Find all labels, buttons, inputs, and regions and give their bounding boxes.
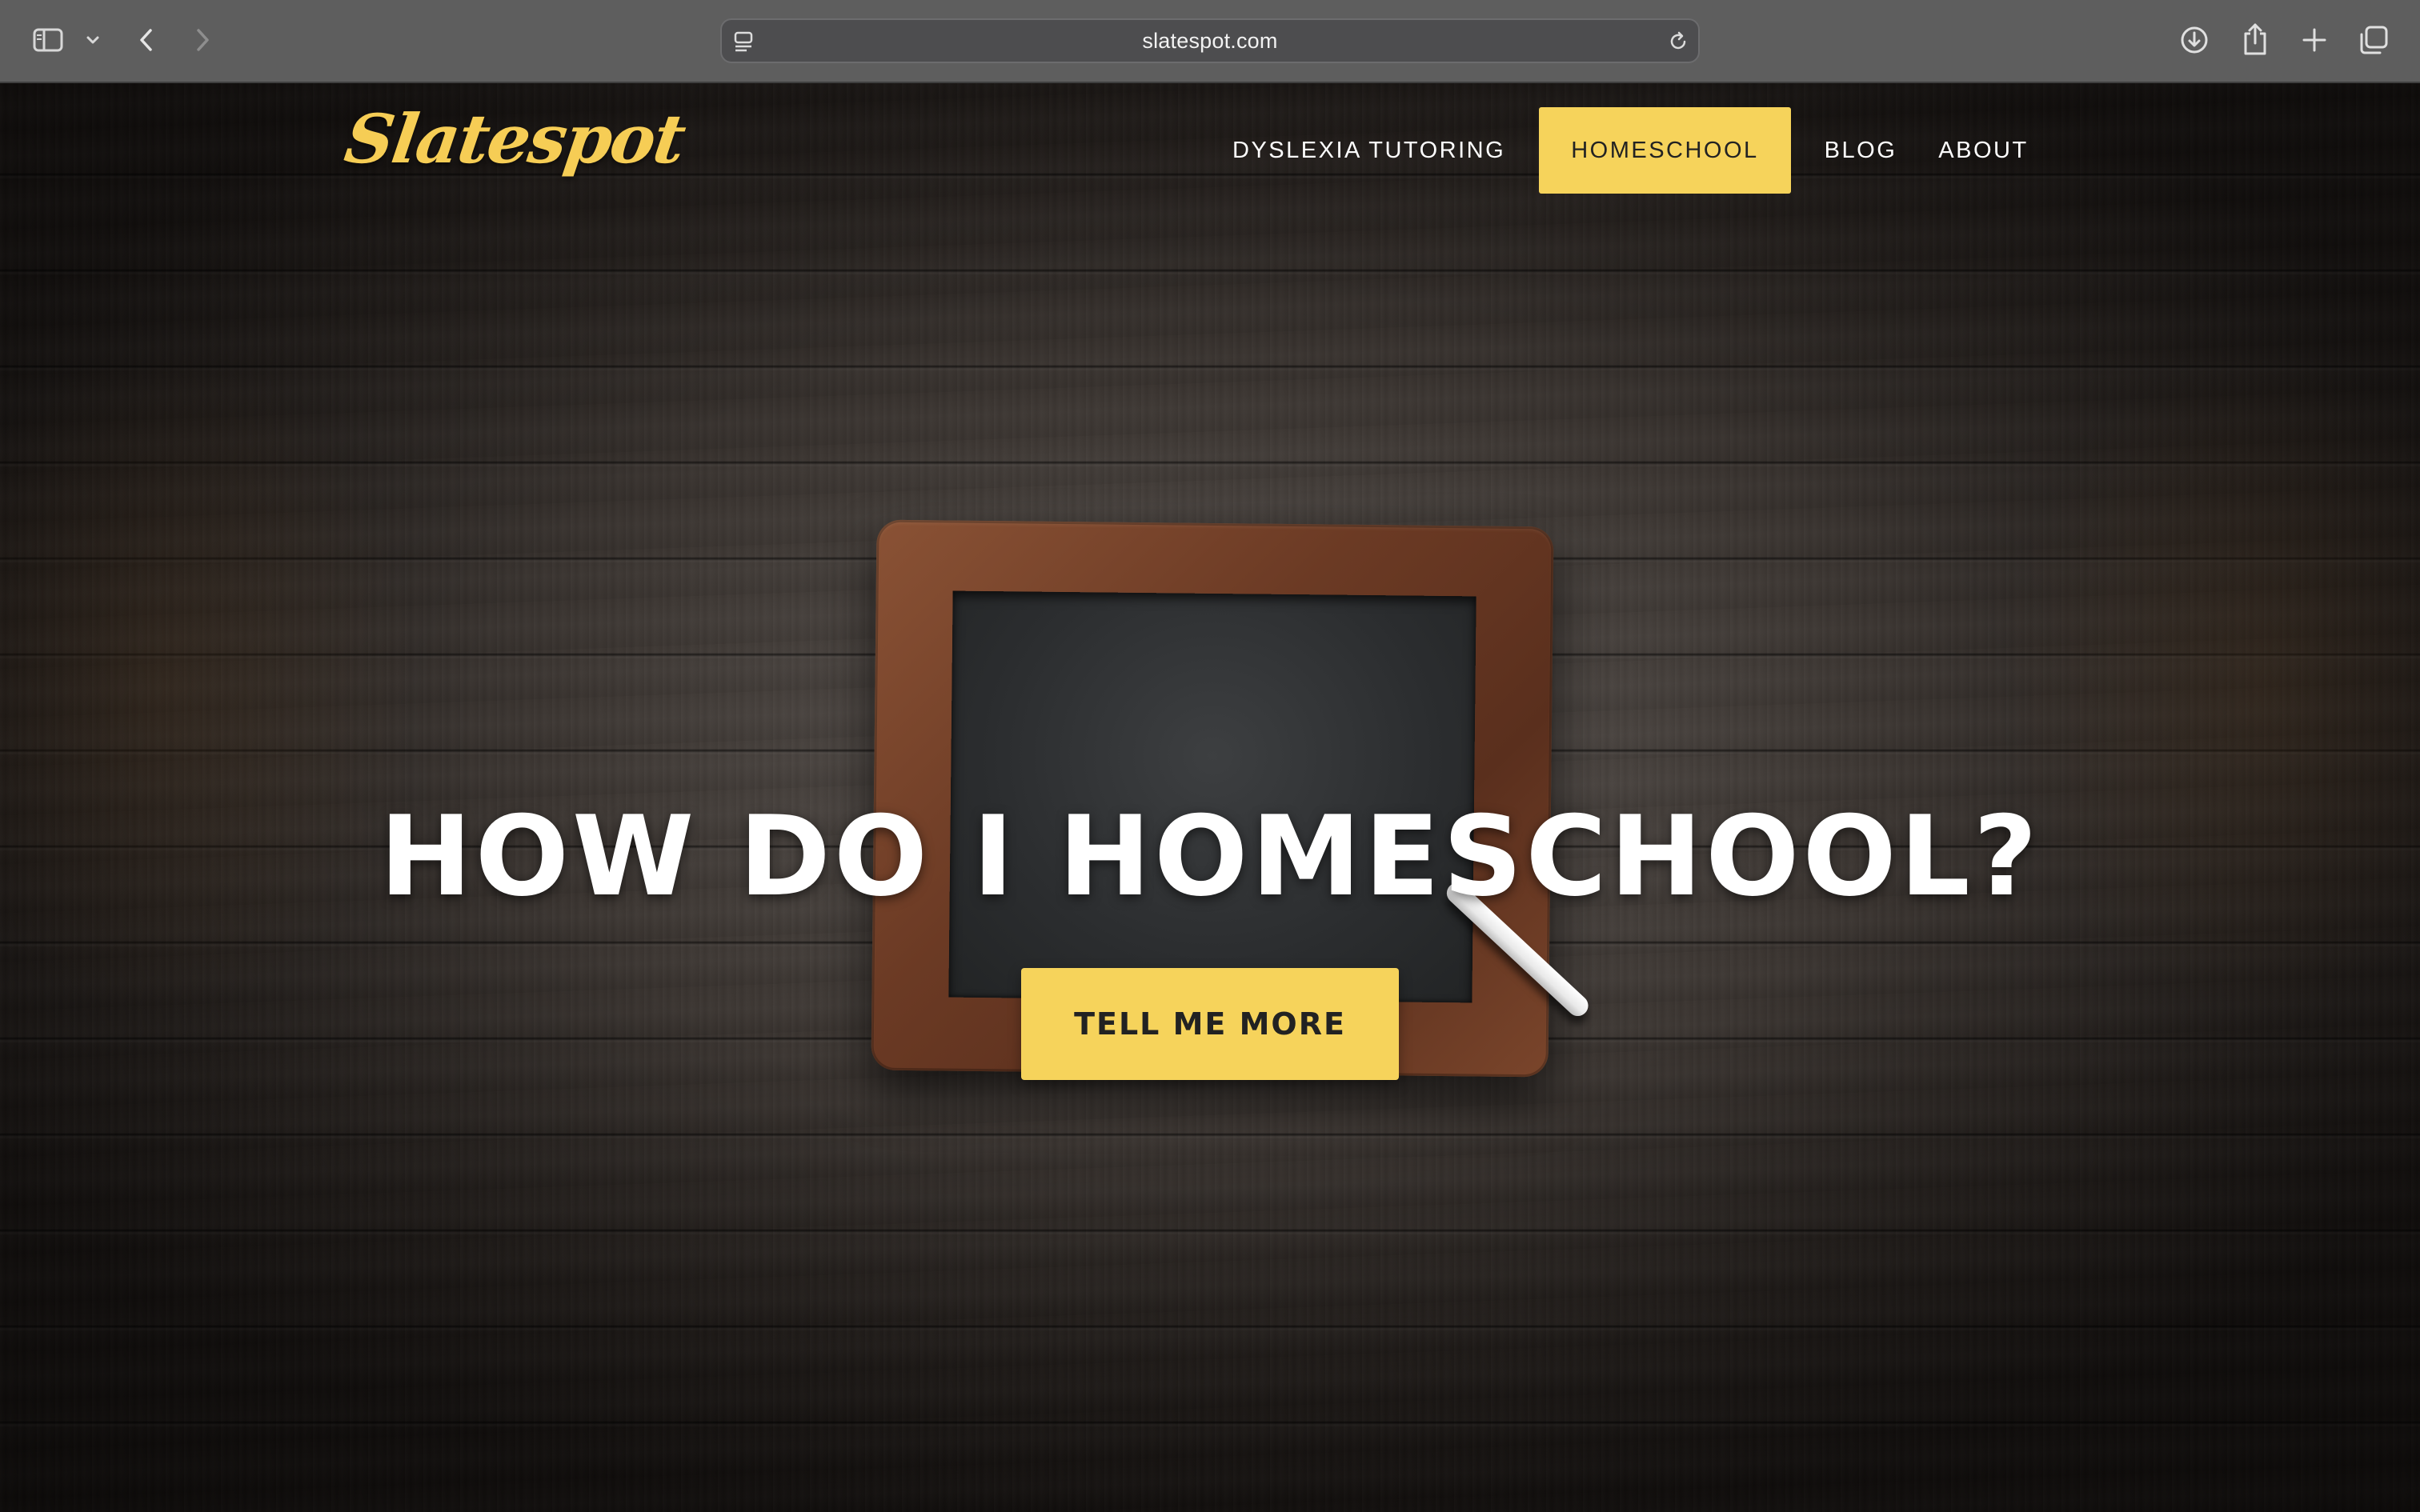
hero-title: HOW DO I HOMESCHOOL? <box>379 792 2041 921</box>
nav-item-homeschool[interactable]: HOMESCHOOL <box>1539 107 1791 194</box>
tell-me-more-button[interactable]: TELL ME MORE <box>1021 968 1399 1080</box>
chevron-down-icon[interactable] <box>83 32 102 48</box>
sidebar-icon[interactable] <box>32 27 64 53</box>
share-icon[interactable] <box>2241 21 2270 58</box>
new-tab-icon[interactable] <box>2300 26 2329 54</box>
site-header: Slatespot DYSLEXIA TUTORING HOMESCHOOL B… <box>0 83 2420 194</box>
forward-icon[interactable] <box>190 26 214 54</box>
hero-section: Slatespot DYSLEXIA TUTORING HOMESCHOOL B… <box>0 83 2420 1512</box>
site-logo[interactable]: Slatespot <box>340 99 689 178</box>
main-nav: DYSLEXIA TUTORING HOMESCHOOL BLOG ABOUT <box>1212 107 2049 194</box>
nav-item-about[interactable]: ABOUT <box>1917 107 2049 194</box>
back-icon[interactable] <box>134 26 158 54</box>
tab-overview-icon[interactable] <box>2358 24 2390 56</box>
address-bar[interactable]: slatespot.com <box>720 18 1700 63</box>
url-text[interactable]: slatespot.com <box>722 20 1698 62</box>
download-icon[interactable] <box>2178 24 2210 56</box>
nav-item-dyslexia-tutoring[interactable]: DYSLEXIA TUTORING <box>1212 107 1526 194</box>
reload-icon[interactable] <box>1666 30 1690 54</box>
browser-toolbar: slatespot.com <box>0 0 2420 83</box>
nav-item-blog[interactable]: BLOG <box>1804 107 1918 194</box>
